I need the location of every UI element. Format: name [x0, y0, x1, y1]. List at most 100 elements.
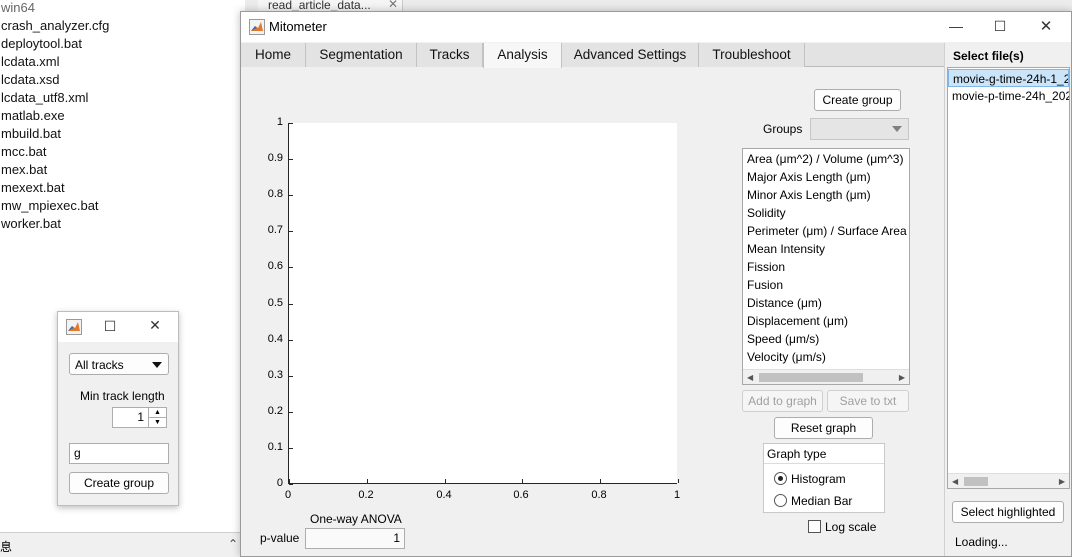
file-list[interactable]: movie-g-time-24h-1_2 movie-p-time-24h_20… — [947, 67, 1070, 489]
bg-file-item[interactable]: mexext.bat — [1, 180, 65, 195]
min-track-length-stepper[interactable]: 1 ▲ ▼ — [112, 407, 167, 428]
main-window-titlebar[interactable]: Mitometer — ☐ ✕ — [241, 12, 1071, 42]
select-highlighted-button[interactable]: Select highlighted — [952, 501, 1064, 523]
bg-file-item[interactable]: mw_mpiexec.bat — [1, 198, 99, 213]
y-tick-label: 0.5 — [267, 297, 283, 309]
tab-analysis[interactable]: Analysis — [483, 43, 562, 68]
bg-file-item[interactable]: lcdata_utf8.xml — [1, 90, 88, 105]
bg-file-item[interactable]: matlab.exe — [1, 108, 65, 123]
y-tick-mark — [289, 123, 293, 124]
x-tick-mark — [445, 479, 446, 483]
y-tick-mark — [289, 231, 293, 232]
scrollbar-thumb[interactable] — [964, 477, 988, 486]
log-scale-label[interactable]: Log scale — [825, 520, 876, 534]
reset-graph-button[interactable]: Reset graph — [774, 417, 873, 439]
log-scale-checkbox[interactable] — [808, 520, 821, 533]
x-tick-label: 0.2 — [358, 489, 374, 501]
y-tick-label: 1 — [276, 116, 283, 128]
bg-file-item[interactable]: mex.bat — [1, 162, 47, 177]
bg-file-item[interactable]: win64 — [1, 0, 35, 15]
measure-list-item[interactable]: Major Axis Length (μm) — [747, 170, 871, 184]
measure-list[interactable]: Area (μm^2) / Volume (μm^3) Major Axis Le… — [742, 148, 910, 385]
tab-tracks[interactable]: Tracks — [417, 43, 483, 67]
median-bar-label[interactable]: Median Bar — [791, 494, 852, 508]
stepper-down-icon[interactable]: ▼ — [148, 417, 166, 427]
loading-status: Loading... — [955, 535, 1008, 549]
scroll-right-icon[interactable]: ▶ — [899, 370, 905, 384]
background-status-bar: 息 ⌃ — [0, 532, 245, 557]
measure-list-scrollbar[interactable]: ◀ ▶ — [743, 369, 909, 384]
plot-axes — [288, 123, 679, 485]
group-name-input[interactable]: g — [69, 443, 169, 464]
bg-file-item[interactable]: deploytool.bat — [1, 36, 82, 51]
y-tick-mark — [289, 340, 293, 341]
measure-list-item[interactable]: Mean Intensity — [747, 242, 825, 256]
measure-list-item[interactable]: Velocity (μm/s) — [747, 350, 826, 364]
y-tick-label: 0 — [276, 477, 283, 489]
close-icon[interactable]: ✕ — [388, 0, 398, 10]
min-track-length-label: Min track length — [80, 389, 165, 403]
measure-list-item[interactable]: Displacement (μm) — [747, 314, 848, 328]
y-tick-label: 0.3 — [267, 369, 283, 381]
status-text: 息 — [0, 540, 13, 554]
median-bar-radio[interactable] — [774, 494, 787, 507]
scroll-right-icon[interactable]: ▶ — [1059, 474, 1065, 488]
bg-file-item[interactable]: lcdata.xml — [1, 54, 60, 69]
tab-troubleshoot[interactable]: Troubleshoot — [699, 43, 805, 67]
anova-label: One-way ANOVA — [310, 512, 402, 526]
maximize-icon[interactable]: ☐ — [102, 318, 118, 335]
histogram-radio[interactable] — [774, 472, 787, 485]
measure-list-item[interactable]: Speed (μm/s) — [747, 332, 819, 346]
save-to-txt-button[interactable]: Save to txt — [827, 390, 909, 412]
chevron-up-icon[interactable]: ⌃ — [228, 537, 238, 551]
x-tick-label: 0.6 — [513, 489, 529, 501]
bg-file-item[interactable]: lcdata.xsd — [1, 72, 60, 87]
y-tick-mark — [289, 484, 293, 485]
bg-file-item[interactable]: mbuild.bat — [1, 126, 61, 141]
graph-type-group: Graph type Histogram Median Bar — [763, 443, 885, 513]
measure-list-item[interactable]: Distance (μm) — [747, 296, 822, 310]
stepper-up-icon[interactable]: ▲ — [148, 408, 166, 417]
file-list-item[interactable]: movie-g-time-24h-1_2 — [948, 69, 1069, 87]
measure-list-item[interactable]: Area (μm^2) / Volume (μm^3) — [747, 152, 903, 166]
x-tick-mark — [367, 479, 368, 483]
measure-list-item[interactable]: Minor Axis Length (μm) — [747, 188, 871, 202]
maximize-icon[interactable]: ☐ — [990, 18, 1010, 35]
tab-advanced-settings[interactable]: Advanced Settings — [562, 43, 699, 67]
tab-home[interactable]: Home — [241, 43, 306, 67]
y-tick-mark — [289, 159, 293, 160]
measure-list-item[interactable]: Perimeter (μm) / Surface Area — [747, 224, 907, 238]
scrollbar-thumb[interactable] — [759, 373, 863, 382]
measure-list-item[interactable]: Fission — [747, 260, 785, 274]
x-tick-label: 0.4 — [436, 489, 452, 501]
close-icon[interactable]: ✕ — [147, 317, 163, 334]
small-window-titlebar[interactable]: ☐ ✕ — [58, 312, 178, 342]
y-tick-mark — [289, 376, 293, 377]
add-to-graph-button[interactable]: Add to graph — [742, 390, 823, 412]
y-tick-label: 0.9 — [267, 152, 283, 164]
bg-file-item[interactable]: crash_analyzer.cfg — [1, 18, 109, 33]
y-tick-mark — [289, 267, 293, 268]
window-title: Mitometer — [269, 19, 327, 34]
x-tick-label: 0 — [284, 489, 292, 501]
scroll-left-icon[interactable]: ◀ — [747, 370, 753, 384]
measure-list-item[interactable]: Solidity — [747, 206, 786, 220]
histogram-label[interactable]: Histogram — [791, 472, 846, 486]
groups-dropdown[interactable] — [810, 118, 909, 140]
file-selection-panel: Select file(s) movie-g-time-24h-1_2 movi… — [944, 43, 1071, 556]
close-icon[interactable]: ✕ — [1036, 17, 1056, 35]
file-list-scrollbar[interactable]: ◀ ▶ — [948, 473, 1069, 488]
mitometer-window: Mitometer — ☐ ✕ Home Segmentation Tracks… — [240, 11, 1072, 557]
create-group-button[interactable]: Create group — [814, 89, 901, 111]
minimize-icon[interactable]: — — [946, 18, 966, 34]
bg-file-item[interactable]: mcc.bat — [1, 144, 47, 159]
tab-segmentation[interactable]: Segmentation — [306, 43, 417, 67]
file-list-item[interactable]: movie-p-time-24h_202 — [948, 87, 1069, 105]
y-tick-label: 0.8 — [267, 188, 283, 200]
bg-file-item[interactable]: worker.bat — [1, 216, 61, 231]
min-track-length-value: 1 — [137, 410, 144, 424]
scroll-left-icon[interactable]: ◀ — [952, 474, 958, 488]
track-filter-dropdown[interactable]: All tracks — [69, 353, 169, 375]
create-group-button[interactable]: Create group — [69, 472, 169, 494]
measure-list-item[interactable]: Fusion — [747, 278, 783, 292]
